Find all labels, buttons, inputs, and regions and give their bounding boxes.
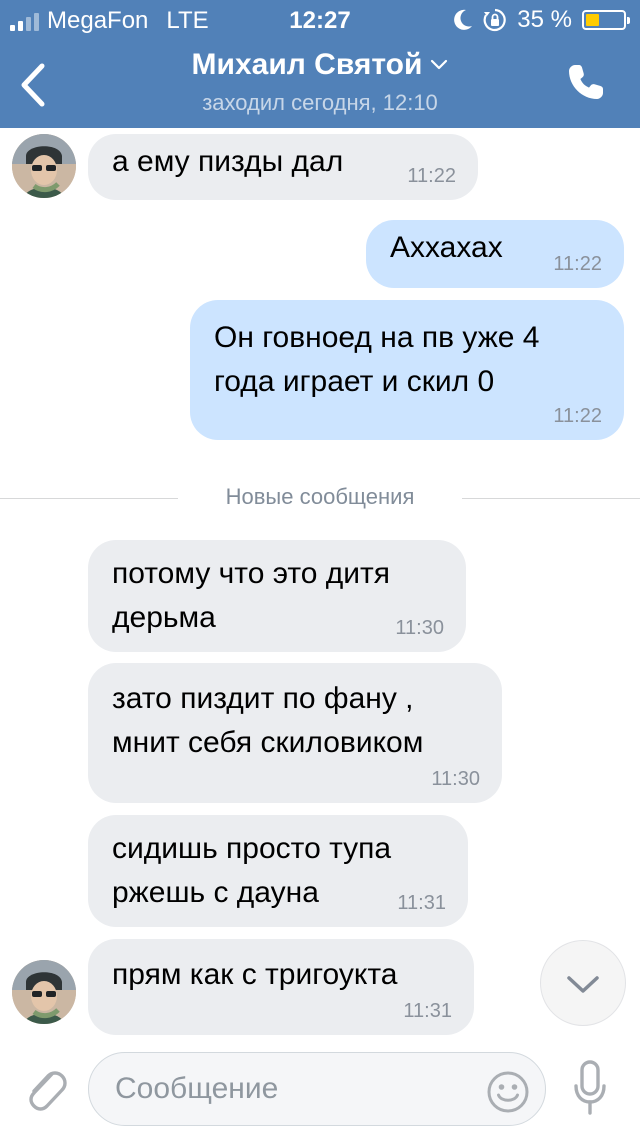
message-time: 11:22	[553, 405, 602, 427]
status-bar: MegaFon LTE 12:27 35 %	[0, 0, 640, 40]
message-text: Аххахах	[390, 231, 503, 264]
message-text: потому что это дитя дерьма	[112, 557, 391, 634]
phone-icon[interactable]	[566, 62, 606, 102]
contact-title[interactable]: Михаил Святой заходил сегодня, 12:10	[100, 48, 540, 116]
message-text: а ему пизды дал	[112, 145, 344, 178]
message-composer: Сообщение	[0, 1044, 640, 1136]
battery-percent: 35 %	[517, 6, 572, 33]
smile-icon[interactable]	[486, 1070, 530, 1114]
message-bubble-outgoing[interactable]: Он говноед на пв уже 4 года играет и ски…	[190, 300, 624, 440]
message-bubble-incoming[interactable]: а ему пизды дал 11:22	[88, 134, 478, 200]
moon-icon	[454, 9, 473, 30]
contact-avatar[interactable]	[12, 134, 76, 198]
message-bubble-incoming[interactable]: потому что это дитя дерьма 11:30	[88, 540, 466, 652]
scroll-down-button[interactable]	[540, 940, 626, 1026]
divider-label: Новые сообщения	[209, 484, 431, 509]
new-messages-divider: Новые сообщения	[0, 484, 640, 514]
message-time: 11:22	[553, 253, 602, 275]
last-seen-status: заходил сегодня, 12:10	[202, 90, 438, 115]
message-input[interactable]: Сообщение	[88, 1052, 546, 1126]
message-text: прям как с тригоукта	[112, 958, 398, 991]
message-text: Он говноед на пв уже 4 года играет и ски…	[214, 321, 540, 398]
chevron-down-icon[interactable]	[430, 59, 448, 71]
message-time: 11:30	[431, 768, 480, 790]
message-bubble-incoming[interactable]: прям как с тригоукта 11:31	[88, 939, 474, 1035]
message-time: 11:31	[403, 1000, 452, 1022]
battery-icon	[582, 10, 630, 30]
microphone-icon[interactable]	[574, 1060, 606, 1116]
battery-level	[586, 14, 599, 26]
rotation-lock-icon	[483, 8, 507, 32]
message-bubble-outgoing[interactable]: Аххахах 11:22	[366, 220, 624, 288]
message-time: 11:22	[407, 165, 456, 187]
message-bubble-incoming[interactable]: сидишь просто тупа ржешь с дауна 11:31	[88, 815, 468, 927]
back-icon[interactable]	[14, 62, 54, 108]
scroll-down-icon[interactable]	[540, 940, 626, 1026]
message-text: зато пиздит по фану , мнит себя скиловик…	[112, 682, 424, 759]
message-time: 11:30	[395, 617, 444, 639]
message-text: сидишь просто тупа ржешь с дауна	[112, 832, 392, 909]
attach-icon[interactable]	[22, 1064, 68, 1112]
message-time: 11:31	[397, 892, 446, 914]
contact-avatar[interactable]	[12, 960, 76, 1024]
chat-header: MegaFon LTE 12:27 35 % Михаил Святой зах…	[0, 0, 640, 128]
message-bubble-incoming[interactable]: зато пиздит по фану , мнит себя скиловик…	[88, 663, 502, 803]
contact-name[interactable]: Михаил Святой	[192, 48, 423, 82]
